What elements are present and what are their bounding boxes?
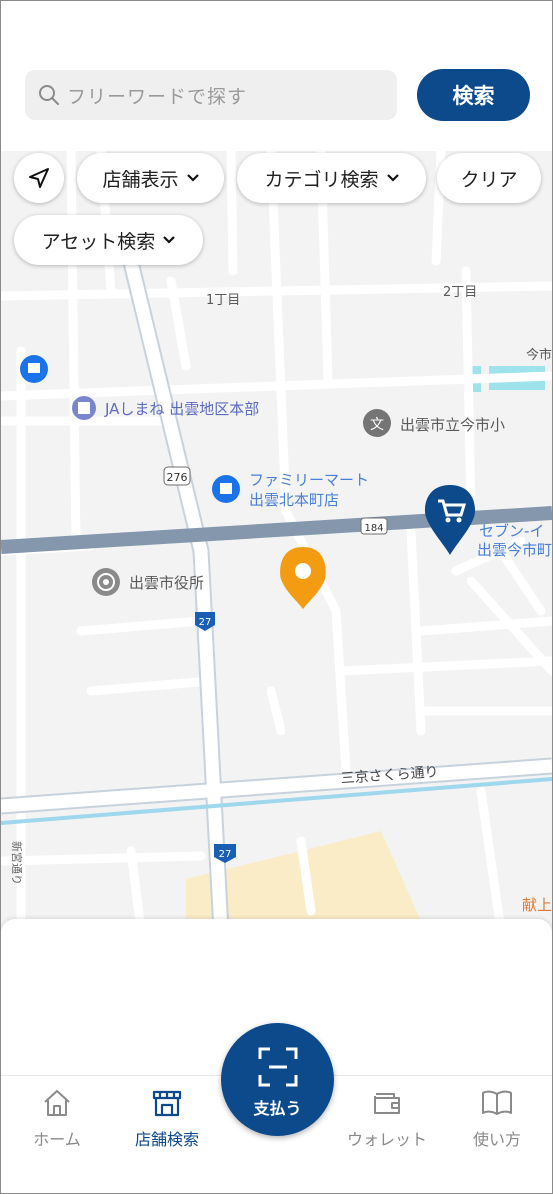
store-display-filter[interactable]: 店舗表示 (77, 153, 224, 203)
search-icon (39, 85, 59, 105)
svg-text:文: 文 (370, 417, 384, 433)
poi-ja-label: JAしまね 出雲地区本部 (104, 400, 259, 418)
route-27a-label: 27 (199, 617, 212, 628)
poi-store-left[interactable] (20, 355, 48, 383)
clear-label: クリア (460, 168, 518, 191)
chevron-down-icon (186, 174, 199, 182)
map[interactable]: 276 184 27 27 1丁目 2丁目 今市 JAしまね 出雲地区本部 文 … (1, 151, 552, 931)
map-label-kenjo: 献上 (522, 896, 552, 914)
category-search-filter[interactable]: カテゴリ検索 (237, 153, 426, 203)
nav-howto[interactable]: 使い方 (447, 1086, 547, 1150)
route-shield-276: 276 (163, 466, 191, 486)
route-276-label: 276 (167, 471, 188, 484)
poi-familymart-label-2: 出雲北本町店 (249, 491, 339, 509)
wallet-icon (374, 1093, 400, 1114)
map-label-ima: 今市 (526, 347, 552, 363)
pay-button[interactable]: 支払う (221, 1023, 334, 1136)
scan-icon (258, 1047, 297, 1086)
chevron-down-icon (163, 236, 176, 244)
home-icon (44, 1090, 70, 1116)
map-label-chome2: 2丁目 (443, 285, 477, 300)
nav-store-search[interactable]: 店舗検索 (117, 1086, 217, 1150)
search-bar[interactable]: フリーワードで探す (25, 70, 397, 120)
chevron-down-icon (386, 174, 399, 182)
nav-home[interactable]: ホーム (7, 1086, 107, 1150)
poi-familymart-label-1: ファミリーマート (249, 471, 369, 489)
poi-seven-label-1: セブン-イ (479, 522, 544, 540)
nav-howto-label: 使い方 (472, 1130, 521, 1149)
nav-wallet-label: ウォレット (346, 1130, 427, 1149)
asset-search-filter[interactable]: アセット検索 (14, 215, 203, 265)
route-184-label: 184 (364, 523, 383, 534)
poi-seven-label-2: 出雲今市町 (477, 541, 552, 559)
poi-school-label: 出雲市立今市小 (400, 416, 505, 434)
nav-store-search-label: 店舗検索 (134, 1130, 199, 1149)
category-search-label: カテゴリ検索 (264, 168, 379, 191)
nav-wallet[interactable]: ウォレット (337, 1086, 437, 1150)
route-27b-label: 27 (219, 849, 232, 860)
locate-button[interactable] (14, 153, 64, 203)
search-button[interactable]: 検索 (417, 69, 530, 121)
pay-label: 支払う (253, 1098, 302, 1118)
book-icon (482, 1090, 512, 1115)
clear-button[interactable]: クリア (437, 153, 541, 203)
route-shield-184: 184 (360, 517, 388, 535)
app-screen: 276 184 27 27 1丁目 2丁目 今市 JAしまね 出雲地区本部 文 … (0, 0, 553, 1194)
asset-search-label: アセット検索 (41, 230, 156, 253)
nav-home-label: ホーム (33, 1130, 81, 1149)
store-display-label: 店舗表示 (102, 168, 179, 191)
poi-city-hall-label: 出雲市役所 (129, 574, 204, 592)
map-label-side-road: 新宮通り (10, 841, 24, 885)
location-arrow-icon (29, 168, 49, 188)
search-input[interactable]: フリーワードで探す (67, 82, 247, 109)
store-icon (152, 1090, 182, 1117)
map-label-chome1: 1丁目 (206, 293, 240, 308)
